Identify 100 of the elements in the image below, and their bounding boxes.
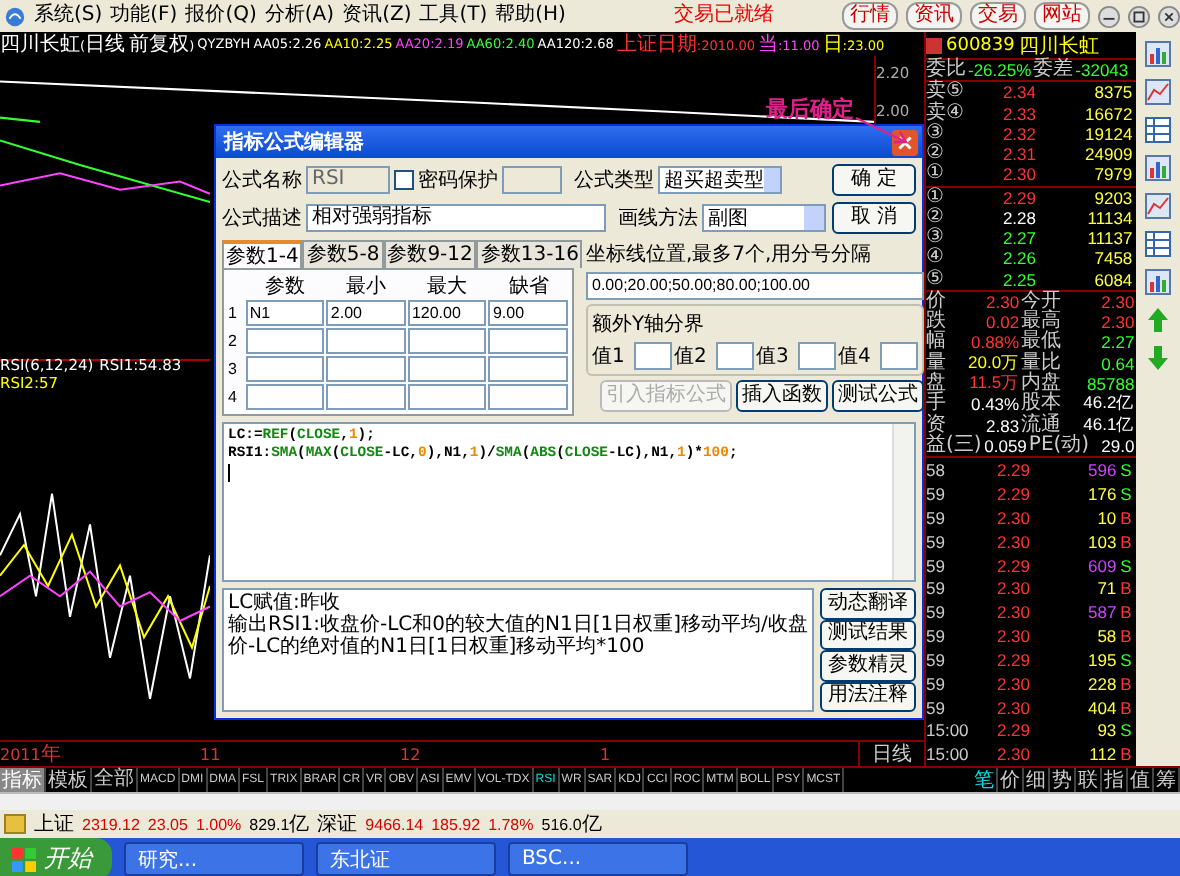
menu-item[interactable]: 分析(A) (264, 4, 335, 28)
checkbox[interactable] (394, 170, 414, 190)
menu-item[interactable]: 报价(Q) (185, 4, 257, 28)
tick-volume: 609 (1085, 555, 1117, 576)
line-chart-icon[interactable] (1144, 192, 1173, 220)
cancel-button[interactable]: 取 消 (832, 202, 916, 234)
taskbar-item[interactable]: 东北证 (316, 842, 496, 876)
param-tab[interactable]: 参数5-8 (302, 240, 384, 268)
param-input[interactable]: N1 (245, 300, 325, 326)
menu-item[interactable]: 功能(F) (110, 4, 178, 28)
value-input[interactable] (716, 342, 754, 370)
view-tab[interactable]: 笔 (972, 768, 998, 792)
param-input[interactable] (488, 384, 569, 410)
formula-type-select[interactable]: 超买超卖型 (658, 166, 782, 194)
value-input[interactable] (634, 342, 672, 370)
tick-volume: 112 (1087, 744, 1117, 765)
side-button[interactable]: 动态翻译 (820, 588, 916, 619)
value-input[interactable] (798, 342, 836, 370)
menu-item[interactable]: 系统(S) (34, 4, 103, 28)
param-tab[interactable]: 参数1-4 (222, 240, 303, 268)
param-input[interactable]: 9.00 (488, 300, 569, 326)
param-input[interactable] (407, 328, 487, 354)
tick-volume: 10 (1095, 507, 1117, 528)
axis-lines-field[interactable]: 0.00;20.00;50.00;80.00;100.00 (586, 272, 924, 300)
nav-button[interactable]: 行情 (842, 2, 898, 30)
close-icon[interactable] (1158, 5, 1180, 27)
stat-label: 最低 (1021, 332, 1062, 353)
param-tab[interactable]: 参数13-16 (476, 240, 583, 268)
ok-button[interactable]: 确 定 (832, 164, 916, 196)
stat-label: 价 (926, 291, 946, 312)
order-volume: 11137 (1085, 228, 1135, 249)
stat-label: 最高 (1021, 312, 1062, 333)
date-label: 12 (400, 745, 423, 763)
param-input[interactable] (326, 384, 406, 410)
nav-button[interactable]: 网站 (1034, 2, 1090, 30)
tick-time: 59 (926, 673, 947, 694)
stat-label: 股本 (1021, 394, 1062, 415)
tick-price: 2.30 (994, 697, 1030, 717)
param-tab[interactable]: 参数9-12 (383, 240, 477, 268)
mode-tab[interactable]: 指标 (0, 768, 46, 792)
value-input[interactable] (880, 342, 918, 370)
view-tab[interactable]: 势 (1050, 768, 1076, 792)
view-tab[interactable]: 指 (1102, 768, 1128, 792)
draw-method-select[interactable]: 副图 (702, 204, 826, 232)
action-button[interactable]: 插入函数 (736, 380, 828, 412)
description-field[interactable]: 相对强弱指标 (306, 204, 606, 232)
line-chart-icon[interactable] (1144, 78, 1173, 106)
stat-label: 今开 (1021, 291, 1062, 312)
down-arrow-icon[interactable] (1144, 344, 1173, 372)
grid-icon[interactable] (1144, 116, 1173, 144)
bar-chart-icon[interactable] (1144, 40, 1173, 68)
order-volume: 16672 (1083, 103, 1135, 124)
param-input[interactable]: 2.00 (326, 300, 406, 326)
taskbar-item[interactable]: BSC... (508, 842, 688, 876)
side-button[interactable]: 测试结果 (820, 619, 916, 650)
minimize-icon[interactable] (1098, 5, 1120, 27)
param-input[interactable] (245, 328, 325, 354)
side-button[interactable]: 参数精灵 (820, 650, 916, 681)
bar-chart-icon[interactable] (1144, 268, 1173, 296)
param-input[interactable] (326, 328, 406, 354)
bar-chart-icon[interactable] (1144, 154, 1173, 182)
tick-price: 2.29 (994, 555, 1030, 576)
param-input[interactable] (326, 356, 406, 382)
indicator-tab[interactable]: 全部 (92, 768, 138, 792)
trade-status-text: 交易已就绪 (674, 4, 774, 28)
view-tab[interactable]: 细 (1024, 768, 1050, 792)
dialog-title: 指标公式编辑器 (224, 129, 364, 156)
param-input[interactable] (488, 328, 569, 354)
view-tab[interactable]: 联 (1076, 768, 1102, 792)
param-input[interactable] (407, 356, 487, 382)
order-volume: 19124 (1083, 123, 1135, 144)
tick-side: B (1120, 697, 1134, 717)
field-label: 值4 (838, 344, 873, 370)
up-arrow-icon[interactable] (1144, 306, 1173, 334)
action-button[interactable]: 测试公式 (832, 380, 924, 412)
param-input[interactable]: 120.00 (407, 300, 487, 326)
menu-item[interactable]: 工具(T) (419, 4, 488, 28)
grid-icon[interactable] (1144, 230, 1173, 258)
param-input[interactable] (245, 356, 325, 382)
stat-value: 0.88% (968, 332, 1020, 353)
mode-tab[interactable]: 模板 (46, 768, 92, 792)
nav-button[interactable]: 资讯 (906, 2, 962, 30)
menu-item[interactable]: 帮助(H) (495, 4, 566, 28)
password-field[interactable] (502, 166, 562, 194)
param-input[interactable] (245, 384, 325, 410)
view-tab[interactable]: 价 (998, 768, 1024, 792)
nav-button[interactable]: 交易 (970, 2, 1026, 30)
restore-icon[interactable] (1128, 5, 1150, 27)
start-button[interactable]: 开始 (0, 838, 112, 876)
stat-label: 幅 (926, 332, 946, 353)
view-tab[interactable]: 值 (1128, 768, 1154, 792)
stat-value: 0.02 (984, 312, 1020, 333)
horizontal-scrollbar[interactable] (0, 792, 1180, 810)
param-input[interactable] (488, 356, 569, 382)
menu-item[interactable]: 资讯(Z) (342, 4, 412, 28)
view-tab[interactable]: 筹 (1154, 768, 1180, 792)
field-label: 坐标线位置,最多7个,用分号分隔 (586, 241, 874, 268)
side-button[interactable]: 用法注释 (820, 681, 916, 712)
param-input[interactable] (407, 384, 487, 410)
taskbar-item[interactable]: 研究... (124, 842, 304, 876)
